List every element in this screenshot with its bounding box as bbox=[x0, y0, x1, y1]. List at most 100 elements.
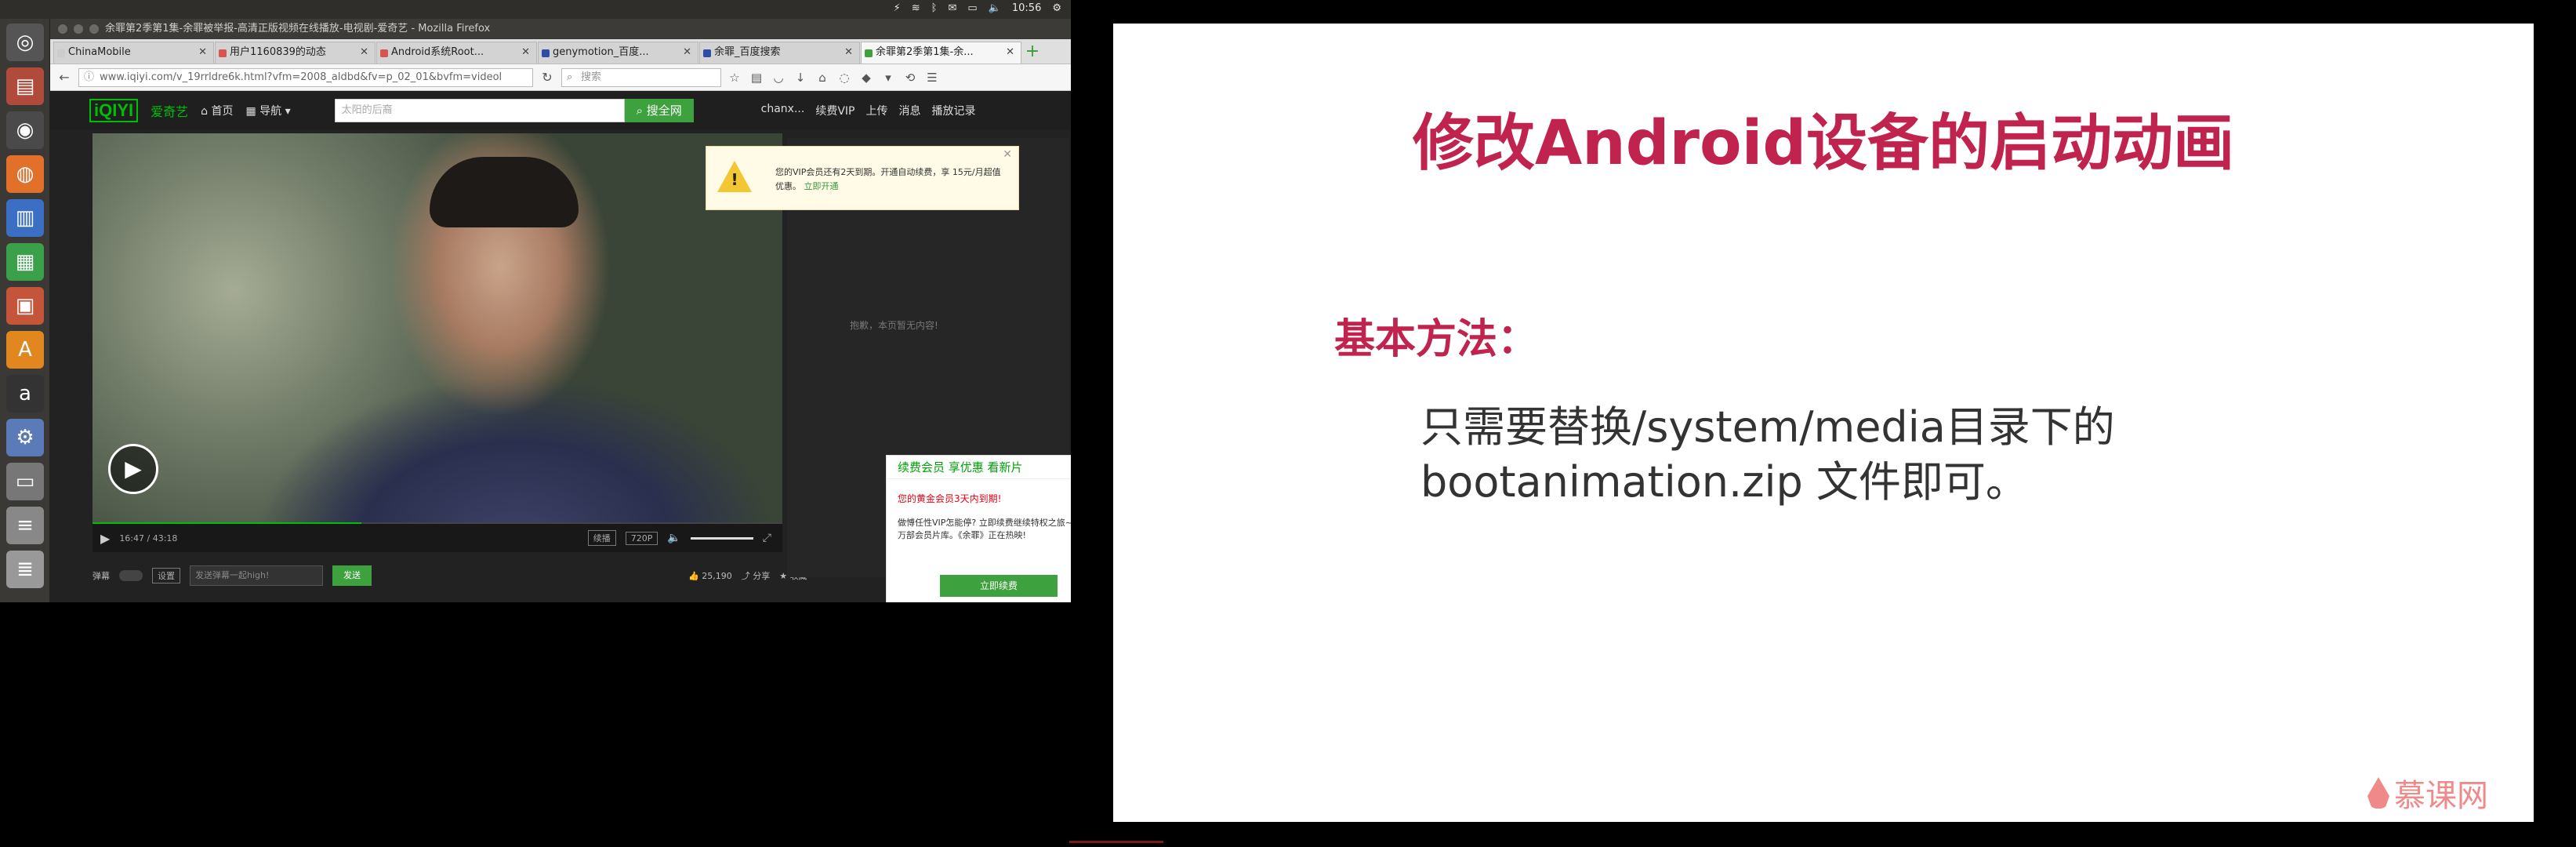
volume-slider[interactable] bbox=[690, 536, 753, 540]
tab-strip: ChinaMobile ✕ 用户1160839的动态 ✕ Android系统Root… bbox=[50, 39, 1071, 64]
close-tab-icon[interactable]: ✕ bbox=[521, 42, 530, 63]
battery-icon[interactable]: ▭ bbox=[967, 2, 977, 14]
tab-iqiyi-active[interactable]: 余罪第2季第1集-余... ✕ bbox=[861, 42, 1021, 64]
quality-button[interactable]: 720P bbox=[625, 531, 659, 545]
dash-home-icon[interactable]: ◎ bbox=[6, 24, 44, 61]
player-controls: ▶ 16:47 / 43:18 续播 720P 🔈 ⤢ bbox=[93, 524, 782, 552]
tab-chinamobile[interactable]: ChinaMobile ✕ bbox=[53, 42, 214, 64]
chat-icon[interactable]: ◌ bbox=[836, 71, 853, 85]
like-button[interactable]: 👍 25,190 bbox=[688, 571, 732, 581]
new-tab-button[interactable]: + bbox=[1022, 42, 1043, 64]
close-tab-icon[interactable]: ✕ bbox=[844, 42, 853, 63]
maximize-window-icon[interactable] bbox=[89, 24, 99, 34]
firefox-icon[interactable]: ◍ bbox=[6, 155, 44, 193]
renew-body: 做愽任性VIP怎能停? 立即续费继续特权之旅~任享近万部会员片库。《余罪》正在热… bbox=[898, 518, 1071, 540]
camera-icon[interactable]: ◉ bbox=[6, 111, 44, 149]
nav-home[interactable]: ⌂ 首页 bbox=[201, 103, 233, 118]
vip-open-link[interactable]: 立即开通 bbox=[804, 181, 839, 191]
amazon-icon[interactable]: a bbox=[6, 375, 44, 413]
home-icon[interactable]: ⌂ bbox=[814, 71, 831, 85]
history-link[interactable]: 播放记录 bbox=[931, 103, 975, 118]
software-center-icon[interactable]: A bbox=[6, 331, 44, 369]
workspace-icon[interactable]: ▭ bbox=[6, 463, 44, 500]
iqiyi-logo[interactable]: iQIYI bbox=[89, 99, 139, 122]
upload-link[interactable]: 上传 bbox=[865, 103, 887, 118]
close-tab-icon[interactable]: ✕ bbox=[360, 42, 368, 63]
trash-icon[interactable]: ≣ bbox=[6, 551, 44, 588]
vip-tip-text: 您的VIP会员还有2天到期。开通自动续费，享 15元/月超值优惠。 立即开通 bbox=[775, 167, 1001, 191]
arrow-down-icon[interactable]: ▾ bbox=[880, 71, 897, 85]
calc-icon[interactable]: ▦ bbox=[6, 243, 44, 281]
vip-expire-tip: ! 您的VIP会员还有2天到期。开通自动续费，享 15元/月超值优惠。 立即开通… bbox=[706, 146, 1019, 210]
writer-icon[interactable]: ▥ bbox=[6, 199, 44, 237]
tab-genymotion[interactable]: genymotion_百度... ✕ bbox=[538, 42, 698, 64]
continue-play-button[interactable]: 续播 bbox=[587, 530, 616, 546]
bullet-send-button[interactable]: 发送 bbox=[332, 565, 372, 586]
close-tab-icon[interactable]: ✕ bbox=[683, 42, 691, 63]
power-gear-icon[interactable]: ⚙ bbox=[1052, 2, 1061, 14]
messages-link[interactable]: 消息 bbox=[898, 103, 920, 118]
bullet-input[interactable]: 发送弹幕一起high! bbox=[190, 565, 323, 586]
mail-icon[interactable]: ✉ bbox=[948, 2, 956, 14]
volume-icon[interactable]: 🔈 bbox=[667, 532, 680, 544]
clock[interactable]: 10:56 bbox=[1012, 2, 1041, 14]
bullet-settings-button[interactable]: 设置 bbox=[152, 568, 180, 583]
favicon-icon bbox=[542, 49, 550, 57]
system-top-bar: ⚡ ≋ ᛒ ✉ ▭ 🔈 10:56 ⚙ bbox=[0, 0, 1071, 19]
iqiyi-search-button[interactable]: ⌕ 搜全网 bbox=[624, 99, 694, 122]
bluetooth-icon[interactable]: ᛒ bbox=[931, 2, 938, 14]
volume-icon[interactable]: 🔈 bbox=[989, 2, 1001, 14]
settings-icon[interactable]: ⚙ bbox=[6, 419, 44, 456]
clipboard-icon[interactable]: ▤ bbox=[748, 71, 765, 85]
close-window-icon[interactable] bbox=[58, 24, 67, 34]
iqiyi-header: iQIYI 爱奇艺 ⌂ 首页 ▦ 导航 ▾ 太阳的后裔 ⌕ 搜全网 chanx.… bbox=[50, 91, 1071, 130]
pocket-icon[interactable]: ◡ bbox=[770, 71, 787, 85]
favicon-icon bbox=[380, 49, 388, 57]
video-figure bbox=[430, 157, 579, 227]
slide-title: 修改Android设备的启动动画 bbox=[1412, 108, 2235, 179]
renew-vip-link[interactable]: 续费VIP bbox=[815, 103, 854, 118]
play-icon[interactable]: ▶ bbox=[108, 444, 158, 494]
tab-user-feed[interactable]: 用户1160839的动态 ✕ bbox=[215, 42, 376, 64]
iqiyi-search-input[interactable]: 太阳的后裔 bbox=[334, 99, 625, 122]
info-icon[interactable]: ⓘ bbox=[84, 69, 94, 86]
favicon-icon bbox=[865, 49, 873, 57]
nav-guide[interactable]: ▦ 导航 ▾ bbox=[245, 103, 290, 118]
slide-section-heading: 基本方法： bbox=[1334, 316, 1539, 363]
impress-icon[interactable]: ▣ bbox=[6, 287, 44, 325]
favicon-icon bbox=[57, 49, 65, 57]
close-tab-icon[interactable]: ✕ bbox=[198, 42, 207, 63]
video-player[interactable]: ▶ bbox=[93, 133, 782, 524]
reload-icon[interactable]: ↻ bbox=[538, 68, 557, 87]
slide-body-line: 只需要替换/system/media目录下的 bbox=[1420, 402, 2115, 452]
files-icon[interactable]: ▤ bbox=[6, 67, 44, 105]
fullscreen-icon[interactable]: ⤢ bbox=[763, 532, 771, 544]
renew-expire-text: 您的黄金会员3天内到期! bbox=[898, 493, 1002, 504]
network-icon[interactable]: ⚡ bbox=[894, 2, 901, 14]
url-bar[interactable]: ⓘ www.iqiyi.com/v_19rrldre6k.html?vfm=20… bbox=[78, 67, 533, 87]
minimize-window-icon[interactable] bbox=[74, 24, 83, 34]
share-button[interactable]: ⤴ 分享 bbox=[742, 569, 771, 582]
warning-icon: ! bbox=[717, 161, 752, 192]
close-tab-icon[interactable]: ✕ bbox=[1006, 42, 1014, 63]
search-icon: ⌕ bbox=[567, 71, 573, 83]
menu-icon[interactable]: ☰ bbox=[923, 71, 941, 85]
wifi-icon[interactable]: ≋ bbox=[912, 2, 920, 14]
download-icon[interactable]: ↓ bbox=[792, 71, 809, 85]
iqiyi-logo-cn[interactable]: 爱奇艺 bbox=[151, 101, 188, 120]
tab-baidu-search[interactable]: 余罪_百度搜索 ✕ bbox=[699, 42, 860, 64]
bookmark-star-icon[interactable]: ☆ bbox=[726, 71, 743, 85]
sync-icon[interactable]: ⟲ bbox=[902, 71, 919, 85]
renew-button[interactable]: 立即续费 bbox=[940, 575, 1058, 597]
tab-android-root[interactable]: Android系统Root... ✕ bbox=[376, 42, 537, 64]
back-arrow-icon[interactable]: ← bbox=[55, 68, 74, 87]
left-desktop: ⚡ ≋ ᛒ ✉ ▭ 🔈 10:56 ⚙ ◎ ▤ ◉ ◍ ▥ ▦ ▣ A a ⚙ … bbox=[0, 0, 1071, 602]
user-name[interactable]: chanx... bbox=[761, 103, 805, 118]
extension-icon[interactable]: ◆ bbox=[858, 71, 875, 85]
small-play-icon[interactable]: ▶ bbox=[100, 531, 110, 546]
close-icon[interactable]: ✕ bbox=[1003, 148, 1012, 161]
bullet-toggle[interactable] bbox=[119, 570, 143, 581]
search-input[interactable]: ⌕ 搜索 bbox=[561, 67, 721, 87]
flame-icon bbox=[2367, 777, 2389, 809]
stack-icon[interactable]: ≡ bbox=[6, 507, 44, 544]
